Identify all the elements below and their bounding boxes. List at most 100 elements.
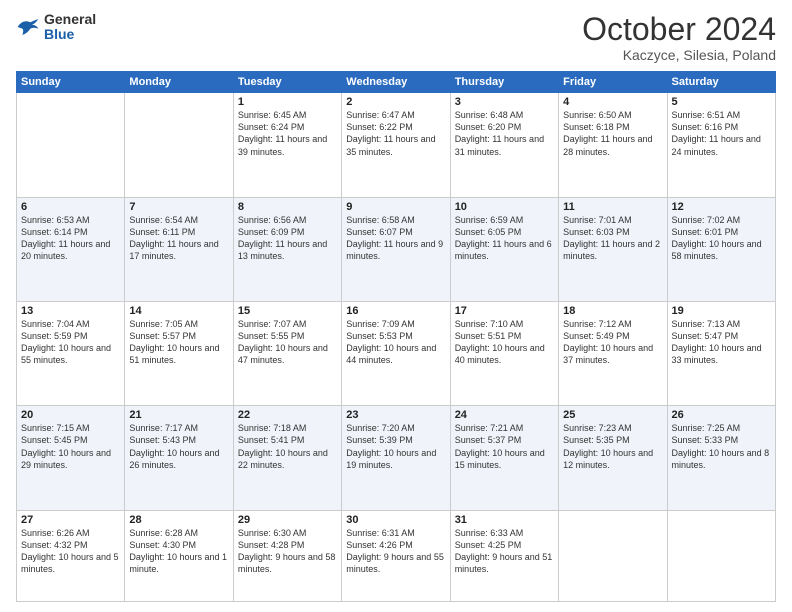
day-number: 22 — [238, 409, 337, 421]
weekday-header-row: SundayMondayTuesdayWednesdayThursdayFrid… — [17, 72, 776, 93]
day-info: Sunrise: 7:21 AM Sunset: 5:37 PM Dayligh… — [455, 422, 554, 471]
calendar-table: SundayMondayTuesdayWednesdayThursdayFrid… — [16, 71, 776, 602]
weekday-header: Monday — [125, 72, 233, 93]
day-info: Sunrise: 7:04 AM Sunset: 5:59 PM Dayligh… — [21, 318, 120, 367]
calendar-cell: 18Sunrise: 7:12 AM Sunset: 5:49 PM Dayli… — [559, 301, 667, 405]
day-info: Sunrise: 7:10 AM Sunset: 5:51 PM Dayligh… — [455, 318, 554, 367]
day-number: 31 — [455, 514, 554, 526]
calendar-cell: 15Sunrise: 7:07 AM Sunset: 5:55 PM Dayli… — [233, 301, 341, 405]
day-number: 30 — [346, 514, 445, 526]
calendar-cell — [17, 93, 125, 197]
page: General Blue October 2024 Kaczyce, Siles… — [0, 0, 792, 612]
calendar-cell — [559, 510, 667, 601]
calendar-cell: 30Sunrise: 6:31 AM Sunset: 4:26 PM Dayli… — [342, 510, 450, 601]
calendar-cell: 1Sunrise: 6:45 AM Sunset: 6:24 PM Daylig… — [233, 93, 341, 197]
calendar-cell: 12Sunrise: 7:02 AM Sunset: 6:01 PM Dayli… — [667, 197, 775, 301]
calendar-cell: 31Sunrise: 6:33 AM Sunset: 4:25 PM Dayli… — [450, 510, 558, 601]
calendar-cell: 25Sunrise: 7:23 AM Sunset: 5:35 PM Dayli… — [559, 406, 667, 510]
day-number: 29 — [238, 514, 337, 526]
calendar-cell: 14Sunrise: 7:05 AM Sunset: 5:57 PM Dayli… — [125, 301, 233, 405]
day-info: Sunrise: 6:50 AM Sunset: 6:18 PM Dayligh… — [563, 109, 662, 158]
day-number: 25 — [563, 409, 662, 421]
day-info: Sunrise: 6:31 AM Sunset: 4:26 PM Dayligh… — [346, 527, 445, 576]
weekday-header: Saturday — [667, 72, 775, 93]
title-block: October 2024 Kaczyce, Silesia, Poland — [582, 12, 776, 63]
day-number: 13 — [21, 305, 120, 317]
day-number: 15 — [238, 305, 337, 317]
location: Kaczyce, Silesia, Poland — [582, 47, 776, 63]
day-number: 17 — [455, 305, 554, 317]
day-number: 8 — [238, 201, 337, 213]
day-number: 27 — [21, 514, 120, 526]
calendar-cell: 8Sunrise: 6:56 AM Sunset: 6:09 PM Daylig… — [233, 197, 341, 301]
calendar-cell: 19Sunrise: 7:13 AM Sunset: 5:47 PM Dayli… — [667, 301, 775, 405]
day-number: 23 — [346, 409, 445, 421]
day-number: 11 — [563, 201, 662, 213]
day-number: 6 — [21, 201, 120, 213]
day-number: 24 — [455, 409, 554, 421]
day-info: Sunrise: 6:30 AM Sunset: 4:28 PM Dayligh… — [238, 527, 337, 576]
calendar-week-row: 13Sunrise: 7:04 AM Sunset: 5:59 PM Dayli… — [17, 301, 776, 405]
day-number: 18 — [563, 305, 662, 317]
logo: General Blue — [16, 12, 96, 43]
calendar-week-row: 27Sunrise: 6:26 AM Sunset: 4:32 PM Dayli… — [17, 510, 776, 601]
day-number: 10 — [455, 201, 554, 213]
day-info: Sunrise: 7:25 AM Sunset: 5:33 PM Dayligh… — [672, 422, 771, 471]
day-info: Sunrise: 6:48 AM Sunset: 6:20 PM Dayligh… — [455, 109, 554, 158]
day-number: 7 — [129, 201, 228, 213]
day-info: Sunrise: 6:56 AM Sunset: 6:09 PM Dayligh… — [238, 214, 337, 263]
day-info: Sunrise: 6:58 AM Sunset: 6:07 PM Dayligh… — [346, 214, 445, 263]
calendar-cell: 2Sunrise: 6:47 AM Sunset: 6:22 PM Daylig… — [342, 93, 450, 197]
month-title: October 2024 — [582, 12, 776, 47]
calendar-cell: 4Sunrise: 6:50 AM Sunset: 6:18 PM Daylig… — [559, 93, 667, 197]
day-info: Sunrise: 7:07 AM Sunset: 5:55 PM Dayligh… — [238, 318, 337, 367]
calendar-week-row: 20Sunrise: 7:15 AM Sunset: 5:45 PM Dayli… — [17, 406, 776, 510]
day-info: Sunrise: 7:17 AM Sunset: 5:43 PM Dayligh… — [129, 422, 228, 471]
calendar-cell: 5Sunrise: 6:51 AM Sunset: 6:16 PM Daylig… — [667, 93, 775, 197]
calendar-cell: 22Sunrise: 7:18 AM Sunset: 5:41 PM Dayli… — [233, 406, 341, 510]
day-info: Sunrise: 6:47 AM Sunset: 6:22 PM Dayligh… — [346, 109, 445, 158]
logo-general: General — [44, 12, 96, 27]
calendar-cell: 20Sunrise: 7:15 AM Sunset: 5:45 PM Dayli… — [17, 406, 125, 510]
day-info: Sunrise: 7:13 AM Sunset: 5:47 PM Dayligh… — [672, 318, 771, 367]
day-info: Sunrise: 7:15 AM Sunset: 5:45 PM Dayligh… — [21, 422, 120, 471]
day-info: Sunrise: 7:18 AM Sunset: 5:41 PM Dayligh… — [238, 422, 337, 471]
calendar-cell: 23Sunrise: 7:20 AM Sunset: 5:39 PM Dayli… — [342, 406, 450, 510]
calendar-cell: 26Sunrise: 7:25 AM Sunset: 5:33 PM Dayli… — [667, 406, 775, 510]
day-info: Sunrise: 6:26 AM Sunset: 4:32 PM Dayligh… — [21, 527, 120, 576]
weekday-header: Sunday — [17, 72, 125, 93]
logo-bird-icon — [16, 17, 40, 37]
calendar-week-row: 6Sunrise: 6:53 AM Sunset: 6:14 PM Daylig… — [17, 197, 776, 301]
calendar-cell — [125, 93, 233, 197]
day-info: Sunrise: 7:23 AM Sunset: 5:35 PM Dayligh… — [563, 422, 662, 471]
calendar-cell: 10Sunrise: 6:59 AM Sunset: 6:05 PM Dayli… — [450, 197, 558, 301]
calendar-cell: 7Sunrise: 6:54 AM Sunset: 6:11 PM Daylig… — [125, 197, 233, 301]
day-number: 1 — [238, 96, 337, 108]
day-number: 28 — [129, 514, 228, 526]
weekday-header: Tuesday — [233, 72, 341, 93]
day-info: Sunrise: 7:09 AM Sunset: 5:53 PM Dayligh… — [346, 318, 445, 367]
day-number: 2 — [346, 96, 445, 108]
calendar-cell: 6Sunrise: 6:53 AM Sunset: 6:14 PM Daylig… — [17, 197, 125, 301]
calendar-cell: 27Sunrise: 6:26 AM Sunset: 4:32 PM Dayli… — [17, 510, 125, 601]
day-info: Sunrise: 6:59 AM Sunset: 6:05 PM Dayligh… — [455, 214, 554, 263]
day-number: 16 — [346, 305, 445, 317]
weekday-header: Friday — [559, 72, 667, 93]
day-info: Sunrise: 7:20 AM Sunset: 5:39 PM Dayligh… — [346, 422, 445, 471]
day-number: 5 — [672, 96, 771, 108]
calendar-cell: 24Sunrise: 7:21 AM Sunset: 5:37 PM Dayli… — [450, 406, 558, 510]
calendar-cell: 29Sunrise: 6:30 AM Sunset: 4:28 PM Dayli… — [233, 510, 341, 601]
day-number: 21 — [129, 409, 228, 421]
day-number: 19 — [672, 305, 771, 317]
day-info: Sunrise: 6:54 AM Sunset: 6:11 PM Dayligh… — [129, 214, 228, 263]
day-info: Sunrise: 6:45 AM Sunset: 6:24 PM Dayligh… — [238, 109, 337, 158]
day-info: Sunrise: 6:33 AM Sunset: 4:25 PM Dayligh… — [455, 527, 554, 576]
day-number: 4 — [563, 96, 662, 108]
day-info: Sunrise: 7:05 AM Sunset: 5:57 PM Dayligh… — [129, 318, 228, 367]
calendar-week-row: 1Sunrise: 6:45 AM Sunset: 6:24 PM Daylig… — [17, 93, 776, 197]
calendar-cell: 13Sunrise: 7:04 AM Sunset: 5:59 PM Dayli… — [17, 301, 125, 405]
logo-blue: Blue — [44, 27, 96, 42]
day-info: Sunrise: 7:12 AM Sunset: 5:49 PM Dayligh… — [563, 318, 662, 367]
day-number: 9 — [346, 201, 445, 213]
day-info: Sunrise: 6:53 AM Sunset: 6:14 PM Dayligh… — [21, 214, 120, 263]
